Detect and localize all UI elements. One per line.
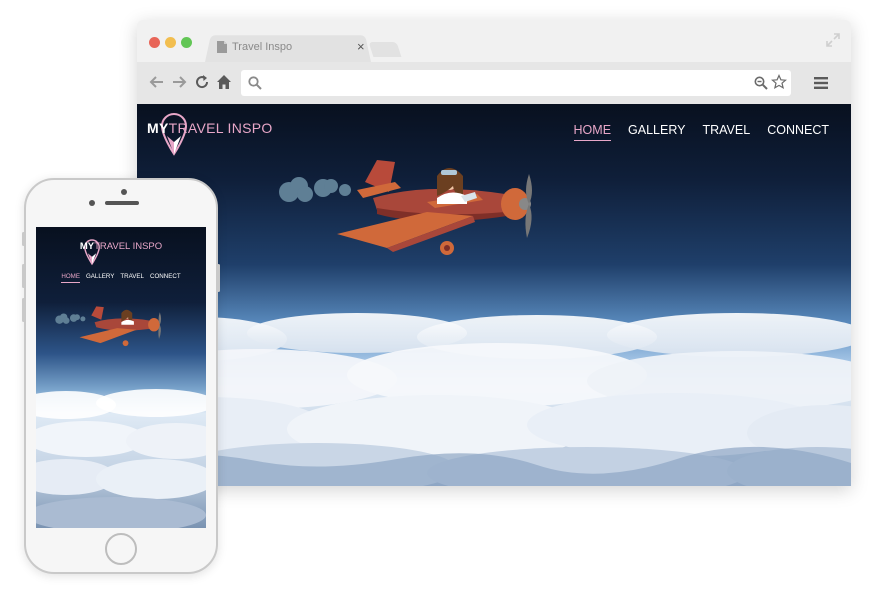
home-icon[interactable] [214,72,234,92]
tab-bar: Travel Inspo × [137,20,851,62]
website-hero: MYTRAVEL INSPO HOME GALLERY TRAVEL CONNE… [137,104,851,486]
nav-home[interactable]: HOME [573,123,612,141]
logo-text: MYTRAVEL INSPO [147,120,273,136]
hamburger-menu-icon[interactable] [813,75,829,91]
phone-plane-illustration [55,306,162,347]
forward-arrow-icon[interactable] [169,72,189,92]
back-arrow-icon[interactable] [147,72,167,92]
zoom-icon[interactable] [753,75,769,91]
logo-rest: TRAVEL INSPO [168,120,273,136]
phone-power-button [217,264,220,292]
clouds-background [137,313,851,486]
search-icon [248,76,262,90]
phone-logo-text[interactable]: MYTRAVEL INSPO [36,241,206,252]
close-tab-icon[interactable]: × [357,39,365,55]
expand-icon[interactable] [825,32,841,48]
reload-icon[interactable] [192,72,212,92]
phone-device: MYTRAVEL INSPO HOME GALLERY TRAVEL CONNE… [22,178,220,574]
nav-connect[interactable]: CONNECT [767,123,829,141]
phone-logo-my: MY [79,241,95,252]
phone-front-sensor [89,200,95,206]
phone-nav-travel[interactable]: TRAVEL [120,273,144,283]
phone-speaker [105,201,139,205]
document-icon [217,41,227,53]
site-logo[interactable]: MYTRAVEL INSPO [147,112,297,156]
logo-my: MY [147,120,169,136]
phone-camera [121,189,127,195]
site-nav: HOME GALLERY TRAVEL CONNECT [573,123,829,141]
minimize-window-button[interactable] [165,37,176,48]
address-bar[interactable] [241,70,791,96]
phone-home-button[interactable] [105,533,137,565]
new-tab-button[interactable] [368,42,402,57]
mockup-stage: Travel Inspo × MYTRAVEL INSPO HOME GALLE… [0,0,882,592]
star-icon[interactable] [771,74,787,90]
phone-nav: HOME GALLERY TRAVEL CONNECT [36,273,206,283]
close-window-button[interactable] [149,37,160,48]
browser-tab[interactable]: Travel Inspo × [211,33,371,62]
maximize-window-button[interactable] [181,37,192,48]
tab-title: Travel Inspo [232,41,293,53]
url-input[interactable] [267,74,747,92]
phone-nav-gallery[interactable]: GALLERY [86,273,114,283]
phone-volume-down [22,298,25,322]
smoke-puffs [279,177,351,202]
browser-window: Travel Inspo × MYTRAVEL INSPO HOME GALLE… [137,20,851,486]
plane-illustration [279,160,532,255]
nav-travel[interactable]: TRAVEL [702,123,750,141]
browser-toolbar [137,62,851,104]
phone-volume-up [22,264,25,288]
phone-nav-home[interactable]: HOME [61,273,80,283]
phone-logo-rest: TRAVEL INSPO [94,241,163,252]
phone-screen: MYTRAVEL INSPO HOME GALLERY TRAVEL CONNE… [36,227,206,528]
phone-clouds-background [36,389,206,528]
phone-nav-connect[interactable]: CONNECT [150,273,181,283]
phone-mute-switch [22,232,25,246]
nav-gallery[interactable]: GALLERY [628,123,685,141]
